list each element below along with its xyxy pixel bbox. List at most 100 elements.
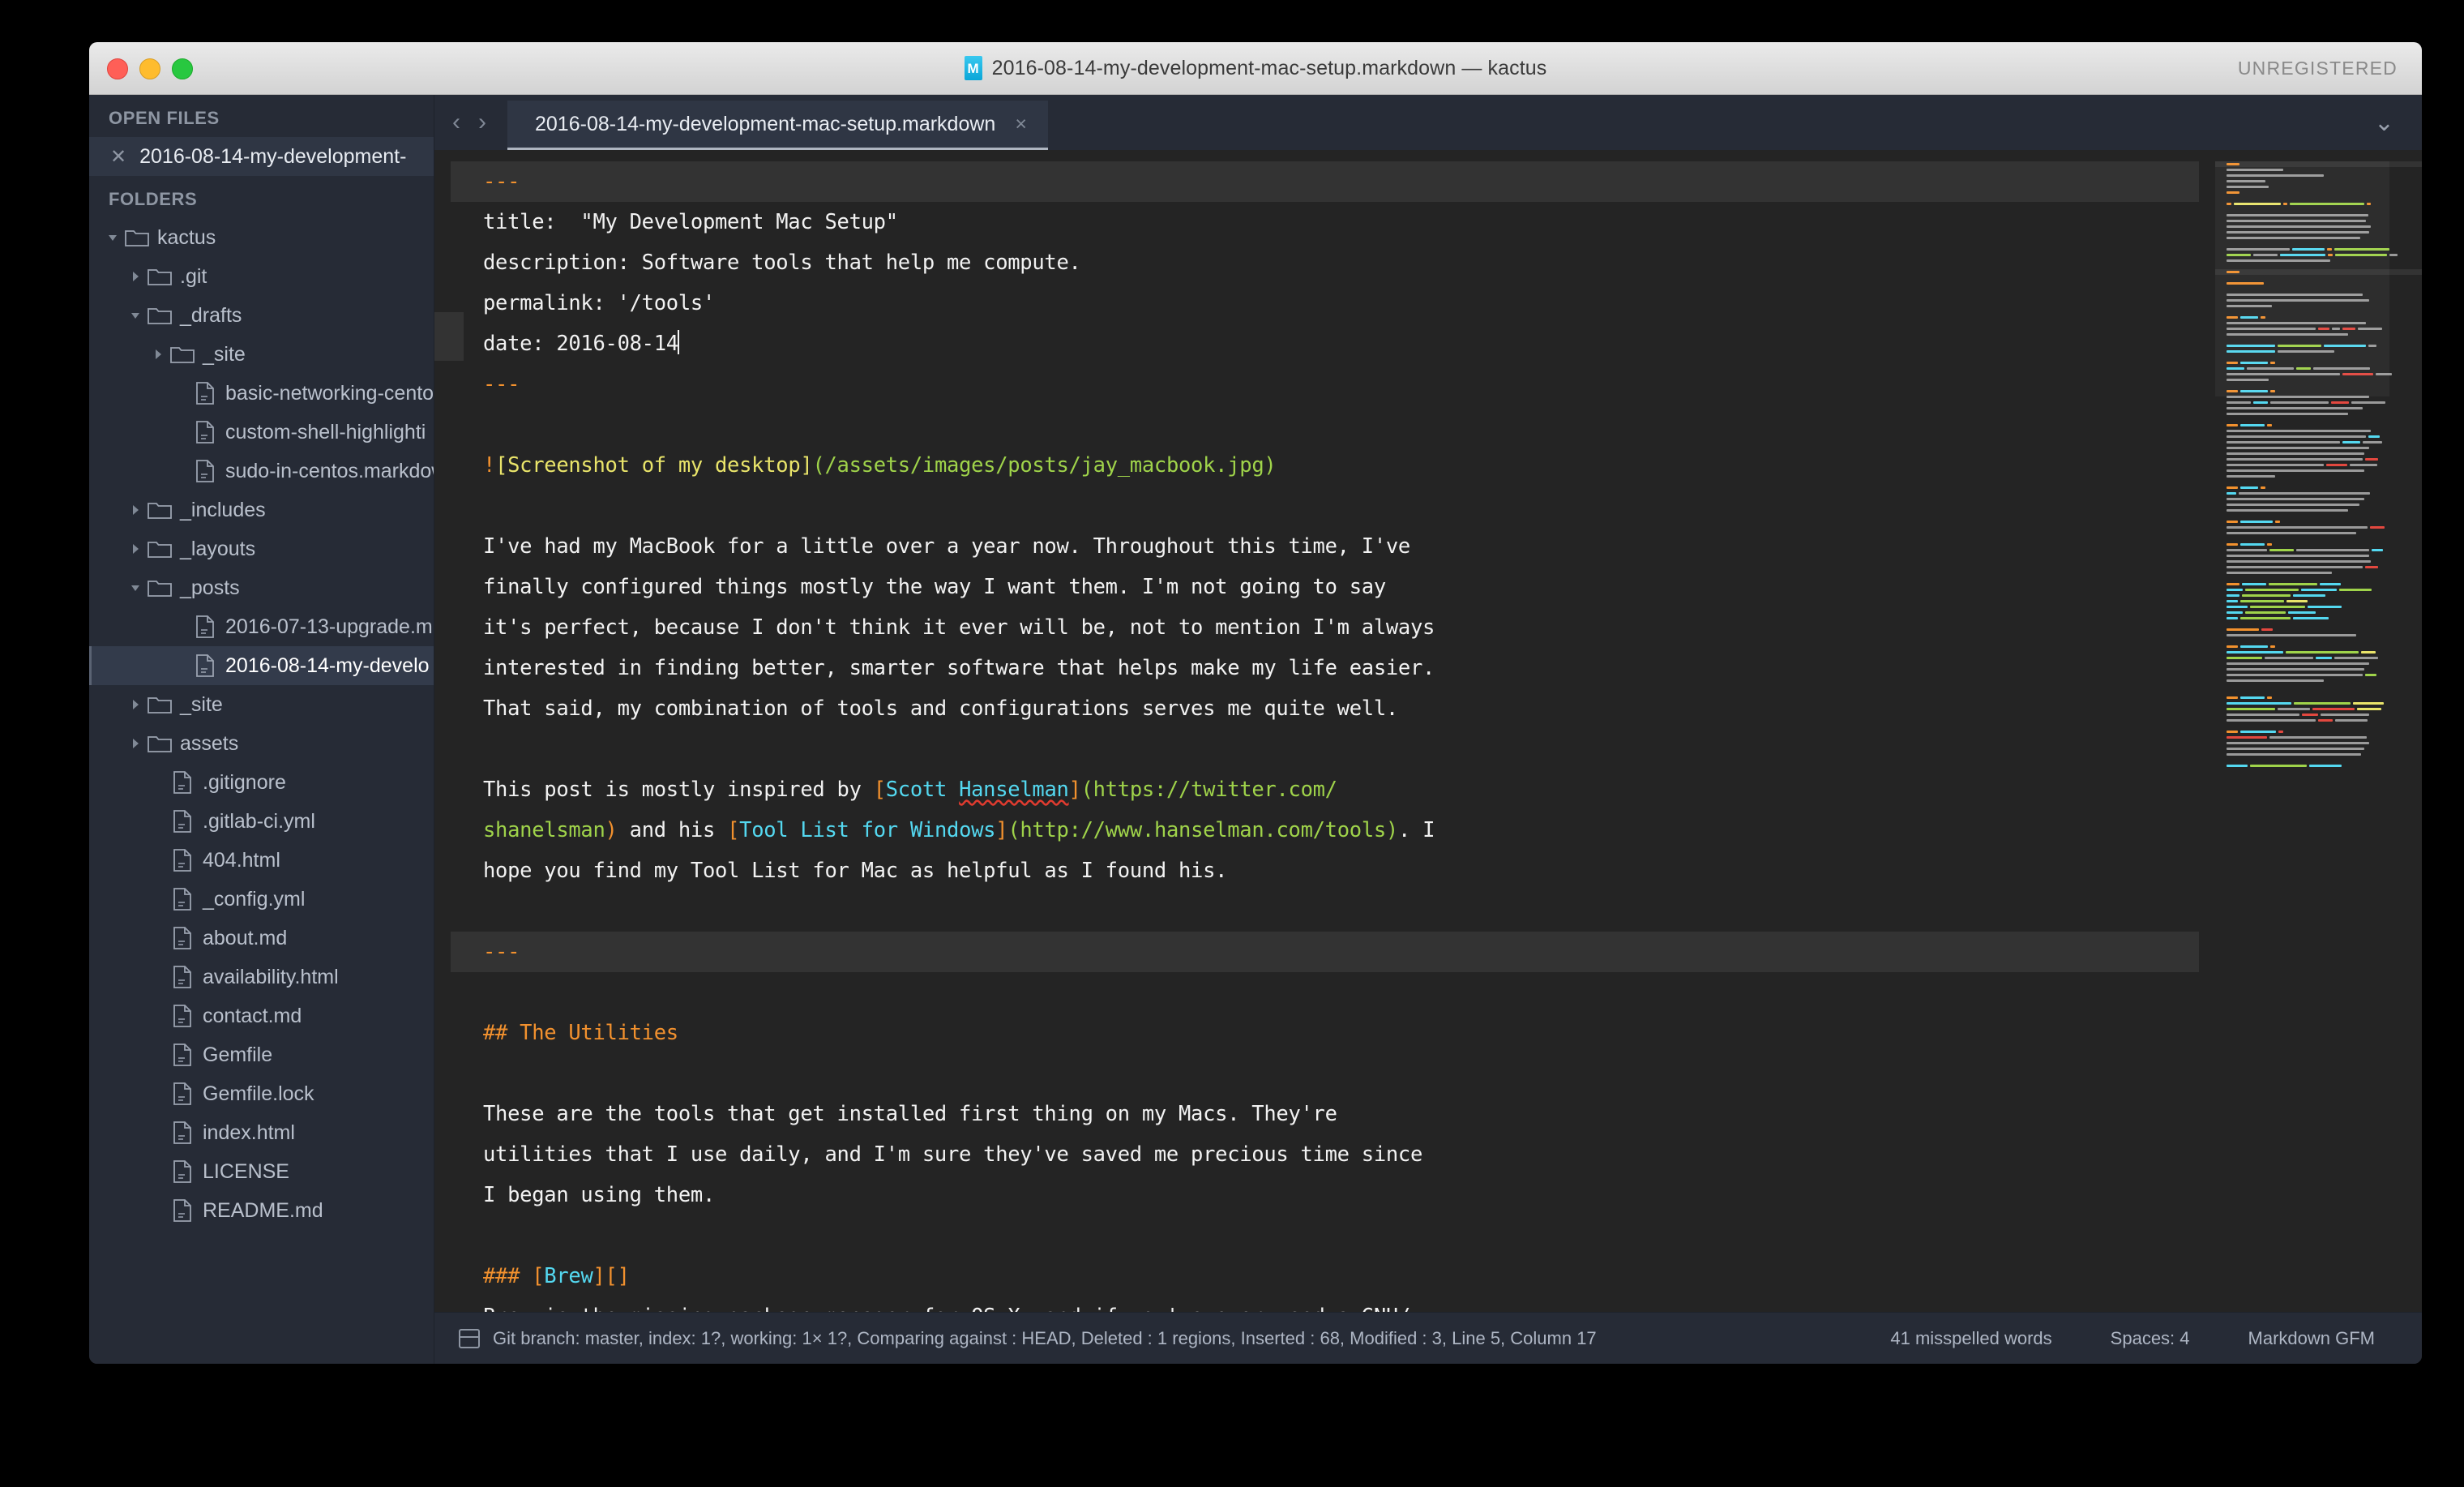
minimap-line <box>2215 610 2422 615</box>
code-line[interactable]: hope you find my Tool List for Mac as he… <box>451 851 2215 891</box>
code-line[interactable] <box>451 486 2215 526</box>
minimap-line <box>2215 525 2422 530</box>
tree-file[interactable]: about.md <box>89 919 434 958</box>
tree-folder[interactable]: _layouts <box>89 529 434 568</box>
code-line[interactable]: --- <box>451 932 2199 972</box>
syntax-status[interactable]: Markdown GFM <box>2248 1328 2375 1349</box>
chevron-right-icon[interactable] <box>125 698 146 711</box>
code-line[interactable] <box>451 891 2215 932</box>
code-line[interactable]: shanelsman) and his [Tool List for Windo… <box>451 810 2215 851</box>
tree-item-label: _drafts <box>180 303 242 327</box>
minimap-line <box>2215 462 2422 468</box>
code-line[interactable] <box>451 405 2215 445</box>
minimap-viewport[interactable] <box>2215 161 2389 396</box>
code-line[interactable]: date: 2016-08-14 <box>451 324 2215 364</box>
minimap-segment <box>2320 582 2341 586</box>
chevron-down-icon[interactable] <box>102 231 123 244</box>
chevron-right-icon[interactable] <box>148 348 169 361</box>
code-line[interactable]: finally configured things mostly the way… <box>451 567 2215 607</box>
minimap-line <box>2215 485 2422 491</box>
code-line[interactable] <box>451 972 2215 1013</box>
code-line[interactable]: Brew is the missing package manager for … <box>451 1296 2215 1312</box>
tree-file[interactable]: sudo-in-centos.markdow <box>89 452 434 491</box>
code-line[interactable]: interested in finding better, smarter so… <box>451 648 2215 688</box>
tree-folder[interactable]: _site <box>89 335 434 374</box>
tree-file[interactable]: Gemfile.lock <box>89 1074 434 1113</box>
tab-navigation: ‹ › <box>434 95 507 150</box>
code-line[interactable] <box>451 1053 2215 1094</box>
chevron-down-icon[interactable]: ⌄ <box>2374 111 2394 135</box>
code-line[interactable]: it's perfect, because I don't think it e… <box>451 607 2215 648</box>
tab-close-icon[interactable]: × <box>1015 113 1027 136</box>
minimap-line <box>2215 411 2422 417</box>
tree-file[interactable]: 404.html <box>89 841 434 880</box>
minimap[interactable] <box>2215 150 2422 1312</box>
tree-file[interactable]: basic-networking-cento <box>89 374 434 413</box>
minimap-line <box>2215 718 2422 723</box>
tree-item-label: LICENSE <box>203 1159 289 1183</box>
tree-folder[interactable]: _site <box>89 685 434 724</box>
tree-folder[interactable]: assets <box>89 724 434 763</box>
chevron-down-icon[interactable] <box>125 309 146 322</box>
chevron-down-icon[interactable] <box>125 581 146 594</box>
code-area[interactable]: --- title: "My Development Mac Setup" desc… <box>451 150 2215 1312</box>
minimap-line <box>2215 587 2422 593</box>
tree-file[interactable]: custom-shell-highlighti <box>89 413 434 452</box>
code-line[interactable]: --- <box>451 161 2199 202</box>
tree-file[interactable]: 2016-08-14-my-develo <box>89 646 434 685</box>
window-title-text: 2016-08-14-my-development-mac-setup.mark… <box>991 56 1547 79</box>
code-line[interactable]: This post is mostly inspired by [Scott H… <box>451 769 2215 810</box>
tab-active[interactable]: 2016-08-14-my-development-mac-setup.mark… <box>507 101 1048 150</box>
close-icon[interactable]: ✕ <box>110 145 126 169</box>
chevron-right-icon[interactable] <box>125 270 146 283</box>
tree-item-label: _layouts <box>180 537 256 560</box>
minimap-segment <box>2227 588 2243 592</box>
tree-file[interactable]: LICENSE <box>89 1152 434 1191</box>
minimap-line <box>2215 536 2422 542</box>
code-line[interactable]: ### [Brew][] <box>451 1256 2215 1296</box>
code-line[interactable]: I began using them. <box>451 1175 2215 1215</box>
code-line[interactable]: permalink: '/tools' <box>451 283 2215 324</box>
tree-file[interactable]: _config.yml <box>89 880 434 919</box>
code-line[interactable]: ![Screenshot of my desktop](/assets/imag… <box>451 445 2215 486</box>
code-line[interactable] <box>451 729 2215 769</box>
tree-file[interactable]: 2016-07-13-upgrade.m <box>89 607 434 646</box>
code-line[interactable]: description: Software tools that help me… <box>451 242 2215 283</box>
tree-file[interactable]: .gitlab-ci.yml <box>89 802 434 841</box>
nav-forward-icon[interactable]: › <box>478 109 486 136</box>
nav-back-icon[interactable]: ‹ <box>452 109 460 136</box>
tree-file[interactable]: Gemfile <box>89 1035 434 1074</box>
minimap-line <box>2215 678 2422 684</box>
code-line[interactable]: utilities that I use daily, and I'm sure… <box>451 1134 2215 1175</box>
minimap-segment <box>2253 401 2268 405</box>
spelling-status[interactable]: 41 misspelled words <box>1890 1328 2051 1349</box>
indentation-status[interactable]: Spaces: 4 <box>2111 1328 2190 1349</box>
tree-file[interactable]: README.md <box>89 1191 434 1230</box>
tree-file[interactable]: contact.md <box>89 996 434 1035</box>
code-line[interactable] <box>451 1215 2215 1256</box>
minimap-segment <box>2227 696 2238 700</box>
tree-file[interactable]: .gitignore <box>89 763 434 802</box>
tree-file[interactable]: availability.html <box>89 958 434 996</box>
code-line[interactable]: ## The Utilities <box>451 1013 2215 1053</box>
minimap-segment <box>2302 713 2318 717</box>
minimap-line <box>2215 746 2422 752</box>
tree-file[interactable]: index.html <box>89 1113 434 1152</box>
minimap-line <box>2215 627 2422 632</box>
code-line[interactable]: These are the tools that get installed f… <box>451 1094 2215 1134</box>
minimap-segment <box>2227 594 2239 598</box>
chevron-right-icon[interactable] <box>125 542 146 555</box>
code-line[interactable]: That said, my combination of tools and c… <box>451 688 2215 729</box>
tree-folder[interactable]: _includes <box>89 491 434 529</box>
minimap-segment <box>2286 599 2308 603</box>
code-line[interactable]: I've had my MacBook for a little over a … <box>451 526 2215 567</box>
open-file-item[interactable]: ✕ 2016-08-14-my-development- <box>89 137 434 176</box>
tree-folder[interactable]: _drafts <box>89 296 434 335</box>
tree-folder[interactable]: kactus <box>89 218 434 257</box>
tree-folder[interactable]: .git <box>89 257 434 296</box>
code-line[interactable]: --- <box>451 364 2215 405</box>
chevron-right-icon[interactable] <box>125 737 146 750</box>
code-line[interactable]: title: "My Development Mac Setup" <box>451 202 2215 242</box>
tree-folder[interactable]: _posts <box>89 568 434 607</box>
chevron-right-icon[interactable] <box>125 504 146 516</box>
